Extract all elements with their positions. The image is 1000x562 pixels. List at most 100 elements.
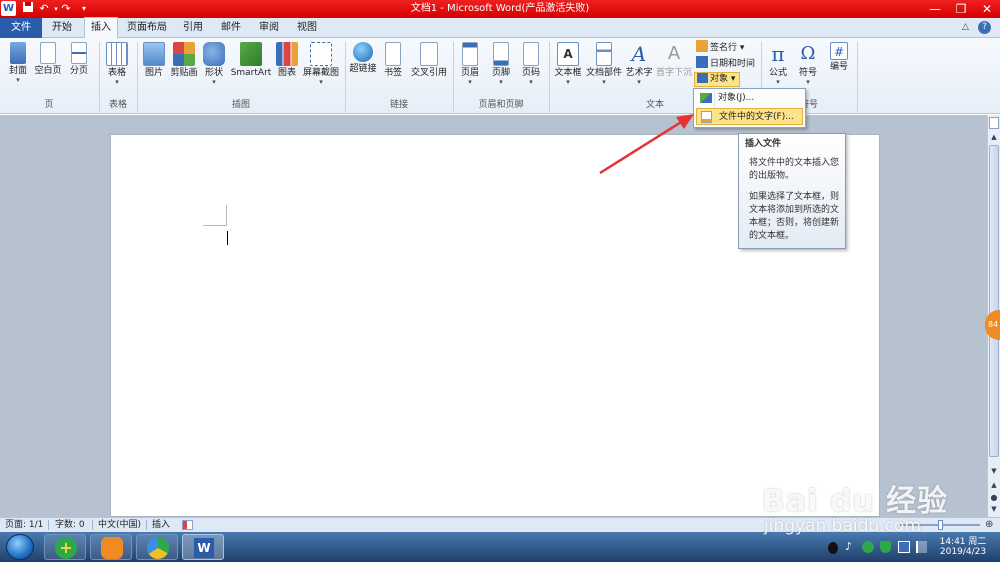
chevron-down-icon: ▾: [730, 74, 736, 84]
date-time-button[interactable]: 日期和时间: [696, 56, 755, 72]
chart-icon: [276, 42, 298, 66]
page-break-button[interactable]: 分页: [66, 42, 92, 77]
qq-tray-icon[interactable]: [828, 542, 838, 554]
blank-page-icon: [40, 42, 56, 64]
tab-insert[interactable]: 插入: [84, 17, 118, 38]
word-count[interactable]: 字数: 0: [55, 518, 85, 532]
tab-references[interactable]: 引用: [176, 18, 210, 38]
customize-quick-access-icon[interactable]: ▾: [76, 1, 92, 17]
restore-button[interactable]: ❐: [948, 0, 974, 18]
drop-cap-icon: A: [667, 43, 681, 64]
picture-button[interactable]: 图片: [142, 42, 166, 79]
taskbar-app-green-icon[interactable]: +: [44, 534, 86, 560]
ruler-toggle-icon[interactable]: [989, 117, 999, 129]
bookmark-button[interactable]: 书签: [381, 42, 405, 79]
save-icon[interactable]: [20, 1, 36, 17]
object-icon: [700, 93, 712, 103]
scroll-thumb[interactable]: [989, 145, 999, 457]
security-tray-icon[interactable]: [862, 541, 874, 553]
blank-page-button[interactable]: 空白页: [34, 42, 62, 77]
scroll-down-icon[interactable]: ▼: [989, 467, 999, 477]
taskbar-word-icon[interactable]: W: [182, 534, 224, 560]
hyperlink-button[interactable]: 超链接: [349, 42, 377, 75]
tab-review[interactable]: 审阅: [252, 18, 286, 38]
file-tab[interactable]: 文件: [0, 18, 42, 38]
start-button[interactable]: [6, 534, 34, 560]
minimize-ribbon-icon[interactable]: △: [962, 22, 969, 32]
insert-mode-indicator[interactable]: 插入: [152, 518, 170, 532]
redo-icon[interactable]: ↷: [58, 1, 74, 17]
close-button[interactable]: ✕: [974, 0, 1000, 18]
number-label: 编号: [829, 62, 848, 72]
chevron-down-icon: ▾: [499, 78, 503, 86]
language-indicator[interactable]: 中文(中国): [98, 518, 141, 532]
signature-line-label: 签名行: [710, 43, 738, 53]
tab-home[interactable]: 开始: [44, 18, 80, 38]
chevron-down-icon: ▾: [739, 43, 745, 53]
clip-art-button[interactable]: 剪贴画: [170, 42, 198, 79]
footer-button[interactable]: 页脚 ▾: [489, 42, 513, 86]
text-box-icon: A: [557, 42, 579, 66]
signature-line-button[interactable]: 签名行 ▾: [696, 40, 744, 56]
status-divider: [92, 520, 93, 530]
minimize-button[interactable]: —: [922, 0, 948, 18]
pi-icon: π: [771, 42, 785, 66]
screenshot-button[interactable]: 屏幕截图 ▾: [302, 42, 340, 86]
menu-item-object[interactable]: 对象(J)...: [696, 90, 803, 107]
page-number-button[interactable]: 页码 ▾: [519, 42, 543, 86]
tab-page-layout[interactable]: 页面布局: [124, 18, 170, 38]
macro-recording-icon[interactable]: [182, 520, 193, 530]
number-button[interactable]: # 编号: [826, 42, 852, 73]
table-button[interactable]: 表格 ▾: [104, 42, 130, 86]
zoom-in-icon[interactable]: ⊕: [985, 518, 993, 532]
group-label-tables: 表格: [108, 100, 127, 110]
cross-reference-label: 交叉引用: [410, 68, 447, 78]
help-icon[interactable]: ?: [978, 21, 991, 34]
quick-parts-button[interactable]: 文档部件 ▾: [585, 42, 623, 86]
tooltip-details: 如果选择了文本框，则文本将添加到所选的文本框；否则，将创建新的文本框。: [749, 192, 840, 241]
page-count[interactable]: 页面: 1/1: [5, 518, 43, 532]
status-divider: [146, 520, 147, 530]
chevron-down-icon: ▾: [212, 78, 216, 86]
cross-reference-button[interactable]: 交叉引用: [409, 42, 449, 79]
tab-mailings[interactable]: 邮件: [214, 18, 248, 38]
equation-button[interactable]: π 公式 ▾: [765, 42, 791, 86]
clip-art-icon: [173, 42, 195, 66]
shapes-button[interactable]: 形状 ▾: [202, 42, 226, 86]
shield-tray-icon[interactable]: [880, 541, 891, 553]
object-label: 对象: [710, 74, 729, 84]
symbol-button[interactable]: Ω 符号 ▾: [795, 42, 821, 86]
watermark-url: jingyan.baidu.com: [764, 516, 921, 536]
taskbar-app-orange-icon[interactable]: [90, 534, 132, 560]
taskbar-browser-icon[interactable]: [136, 534, 178, 560]
wordart-button[interactable]: A 艺术字 ▾: [625, 42, 653, 86]
chart-button[interactable]: 图表: [274, 42, 300, 79]
network-tray-icon[interactable]: [898, 541, 910, 553]
previous-page-icon[interactable]: ▲: [989, 481, 999, 491]
scroll-up-icon[interactable]: ▲: [989, 133, 999, 143]
smartart-label: SmartArt: [230, 68, 272, 78]
flag-tray-icon[interactable]: [916, 541, 927, 553]
date-time-label: 日期和时间: [710, 59, 756, 69]
text-box-button[interactable]: A 文本框 ▾: [553, 42, 583, 86]
menu-item-text-from-file[interactable]: 文件中的文字(F)...: [696, 108, 803, 125]
group-separator: [857, 42, 858, 112]
chevron-down-icon: ▾: [566, 78, 570, 86]
chevron-down-icon: ▾: [16, 76, 20, 84]
clock-date[interactable]: 2019/4/23: [938, 547, 988, 557]
app-orange-icon: [101, 537, 123, 559]
shapes-icon: [203, 42, 225, 66]
browse-object-icon[interactable]: ●: [989, 493, 999, 503]
next-page-icon[interactable]: ▼: [989, 505, 999, 515]
group-label-illustrations: 插图: [231, 100, 250, 110]
smartart-button[interactable]: SmartArt: [230, 42, 272, 79]
picture-icon: [143, 42, 165, 66]
cover-page-button[interactable]: 封面 ▾: [6, 42, 30, 84]
status-divider: [48, 520, 49, 530]
header-button[interactable]: 页眉 ▾: [458, 42, 482, 86]
object-button[interactable]: 对象 ▾: [694, 72, 740, 87]
globe-icon: [353, 42, 373, 62]
page-number-icon: [523, 42, 539, 66]
tab-view[interactable]: 视图: [290, 18, 324, 38]
word-app-icon[interactable]: W: [1, 1, 16, 16]
